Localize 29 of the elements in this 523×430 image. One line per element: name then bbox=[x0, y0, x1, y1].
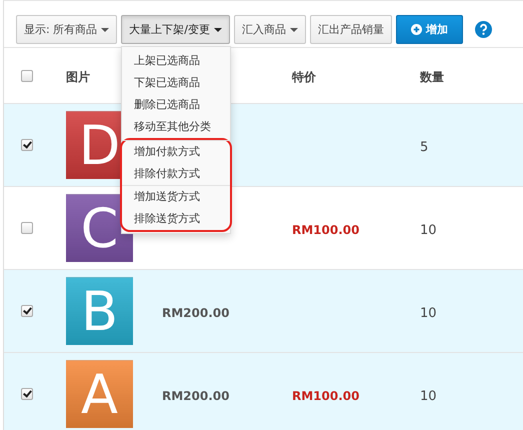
checkbox[interactable] bbox=[21, 305, 33, 317]
checkbox[interactable] bbox=[21, 222, 33, 234]
column-header: 图片 bbox=[66, 70, 90, 84]
column-header: 特价 bbox=[292, 70, 316, 84]
checkbox[interactable] bbox=[21, 70, 33, 82]
plus-circle-icon bbox=[410, 24, 422, 35]
product-thumbnail: A bbox=[66, 360, 133, 428]
column-header: 数量 bbox=[420, 70, 444, 84]
toolbar-button[interactable]: 汇出产品销量 bbox=[310, 15, 392, 44]
checkbox[interactable] bbox=[21, 139, 33, 151]
quantity-text: 10 bbox=[420, 222, 437, 238]
quantity-text: 10 bbox=[420, 388, 437, 404]
price-text: RM200.00 bbox=[162, 388, 230, 402]
special-price-text: RM100.00 bbox=[292, 388, 360, 402]
menu-item[interactable]: 上架已选商品 bbox=[122, 50, 230, 72]
toolbar-button[interactable]: 显示: 所有商品 bbox=[16, 15, 118, 44]
quantity-text: 5 bbox=[420, 140, 428, 154]
toolbar-button[interactable]: 大量上下架/变更 bbox=[121, 15, 230, 44]
price-text: RM200.00 bbox=[162, 306, 230, 320]
table-row[interactable]: B RM200.00 10 bbox=[4, 270, 523, 353]
table-row[interactable]: A RM200.00 RM100.00 10 bbox=[4, 353, 523, 430]
quantity-text: 10 bbox=[420, 306, 437, 320]
help-icon[interactable] bbox=[474, 21, 492, 38]
menu-item[interactable]: 下架已选商品 bbox=[122, 72, 230, 94]
special-price-text: RM100.00 bbox=[292, 222, 360, 236]
product-thumbnail: B bbox=[66, 277, 133, 345]
checkbox[interactable] bbox=[21, 388, 33, 400]
toolbar-button[interactable]: 汇入商品 bbox=[234, 15, 306, 44]
toolbar-button[interactable]: 增加 bbox=[396, 15, 463, 44]
